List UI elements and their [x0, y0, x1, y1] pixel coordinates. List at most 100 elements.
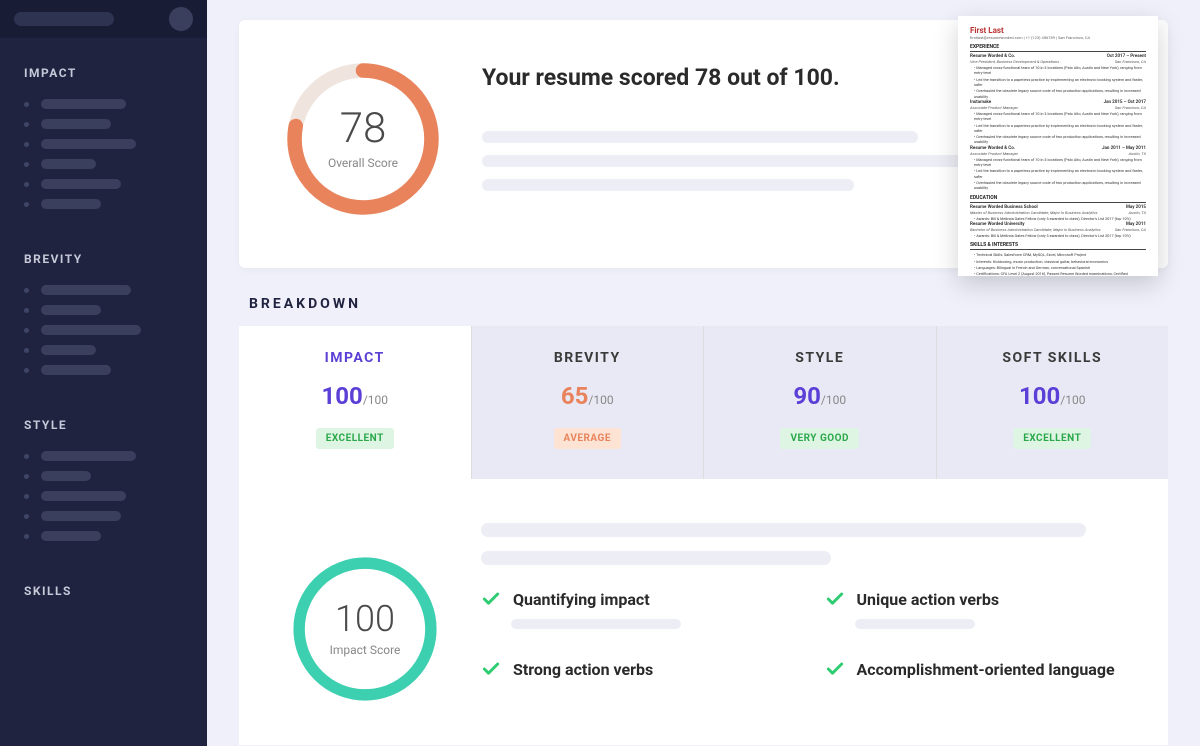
check-item: Accomplishment-oriented language	[825, 659, 1119, 679]
bullet-icon	[24, 182, 29, 187]
placeholder-line	[482, 179, 854, 191]
sidebar-section-title: BREVITY	[0, 244, 207, 274]
tab-title: SOFT SKILLS	[947, 350, 1159, 366]
sidebar-item[interactable]	[0, 466, 207, 486]
bullet-icon	[24, 102, 29, 107]
bullet-icon	[24, 474, 29, 479]
bullet-icon	[24, 534, 29, 539]
tab-title: BREVITY	[482, 350, 694, 366]
sidebar-item-placeholder	[41, 451, 136, 461]
breakdown-title: BREAKDOWN	[249, 296, 1200, 312]
sidebar-item[interactable]	[0, 94, 207, 114]
sidebar-item-placeholder	[41, 159, 96, 169]
placeholder-line	[511, 619, 681, 629]
sidebar-item[interactable]	[0, 340, 207, 360]
sidebar-item-placeholder	[41, 179, 121, 189]
sidebar-item[interactable]	[0, 134, 207, 154]
sidebar-item-placeholder	[41, 511, 121, 521]
sidebar-item-placeholder	[41, 531, 101, 541]
sidebar-item[interactable]	[0, 360, 207, 380]
main-content: 78 Overall Score Your resume scored 78 o…	[207, 0, 1200, 746]
tab-impact[interactable]: IMPACT 100/100 EXCELLENT	[239, 326, 472, 479]
checkmark-icon	[825, 659, 845, 679]
sidebar-item-placeholder	[41, 119, 111, 129]
check-item: Unique action verbs	[825, 589, 1119, 629]
bullet-icon	[24, 288, 29, 293]
bullet-icon	[24, 162, 29, 167]
sidebar-item[interactable]	[0, 280, 207, 300]
placeholder-line	[481, 523, 1086, 537]
sidebar-item-placeholder	[41, 199, 101, 209]
tab-title: IMPACT	[249, 350, 461, 366]
bullet-icon	[24, 122, 29, 127]
resume-thumbnail[interactable]: First Lastfirstlast@resumeworded.com | +…	[958, 16, 1158, 276]
sidebar-item-placeholder	[41, 471, 91, 481]
sidebar-item-placeholder	[41, 345, 96, 355]
check-label: Strong action verbs	[513, 660, 653, 679]
tab-title: STYLE	[714, 350, 926, 366]
check-item: Quantifying impact	[481, 589, 775, 629]
bullet-icon	[24, 514, 29, 519]
bullet-icon	[24, 202, 29, 207]
sidebar-item[interactable]	[0, 506, 207, 526]
checkmark-icon	[825, 589, 845, 609]
sidebar-item[interactable]	[0, 174, 207, 194]
sidebar-item[interactable]	[0, 526, 207, 546]
bullet-icon	[24, 494, 29, 499]
sidebar-item[interactable]	[0, 114, 207, 134]
sidebar-section-title: STYLE	[0, 410, 207, 440]
impact-detail-panel: 100 Impact Score Quantifying impact Uniq…	[239, 479, 1168, 745]
avatar[interactable]	[169, 7, 193, 31]
tab-score: 100/100	[249, 382, 461, 410]
status-badge: EXCELLENT	[316, 428, 394, 449]
tab-score: 100/100	[947, 382, 1159, 410]
check-label: Accomplishment-oriented language	[857, 660, 1115, 679]
bullet-icon	[24, 328, 29, 333]
sidebar-item[interactable]	[0, 300, 207, 320]
checkmark-icon	[481, 589, 501, 609]
check-label: Unique action verbs	[857, 590, 1000, 609]
sidebar-item[interactable]	[0, 154, 207, 174]
overall-score-value: 78	[340, 108, 387, 150]
tab-score: 90/100	[714, 382, 926, 410]
logo-placeholder	[14, 12, 114, 26]
placeholder-line	[855, 619, 975, 629]
sidebar-item-placeholder	[41, 139, 136, 149]
placeholder-line	[482, 131, 918, 143]
impact-score-label: Impact Score	[330, 643, 401, 657]
sidebar-header	[0, 0, 207, 38]
bullet-icon	[24, 454, 29, 459]
tab-style[interactable]: STYLE 90/100 VERY GOOD	[704, 326, 937, 479]
sidebar-item-placeholder	[41, 99, 126, 109]
bullet-icon	[24, 368, 29, 373]
checkmark-icon	[481, 659, 501, 679]
sidebar-item-placeholder	[41, 491, 126, 501]
placeholder-line	[482, 155, 982, 167]
tab-brevity[interactable]: BREVITY 65/100 AVERAGE	[472, 326, 705, 479]
check-item: Strong action verbs	[481, 659, 775, 679]
sidebar-item-placeholder	[41, 305, 101, 315]
bullet-icon	[24, 308, 29, 313]
score-card: 78 Overall Score Your resume scored 78 o…	[239, 20, 1168, 268]
sidebar-section-title: SKILLS	[0, 576, 207, 606]
placeholder-line	[481, 551, 831, 565]
bullet-icon	[24, 348, 29, 353]
impact-score-gauge: 100 Impact Score	[289, 553, 441, 705]
tab-score: 65/100	[482, 382, 694, 410]
overall-score-label: Overall Score	[328, 156, 398, 170]
sidebar: IMPACT BREVITY STYLE SKILLS	[0, 0, 207, 746]
sidebar-item[interactable]	[0, 194, 207, 214]
sidebar-section-title: IMPACT	[0, 58, 207, 88]
sidebar-item-placeholder	[41, 365, 111, 375]
sidebar-item[interactable]	[0, 486, 207, 506]
status-badge: EXCELLENT	[1013, 428, 1091, 449]
tab-soft-skills[interactable]: SOFT SKILLS 100/100 EXCELLENT	[937, 326, 1169, 479]
sidebar-item-placeholder	[41, 285, 131, 295]
status-badge: VERY GOOD	[780, 428, 859, 449]
check-label: Quantifying impact	[513, 590, 650, 609]
breakdown-tabs: IMPACT 100/100 EXCELLENT BREVITY 65/100 …	[239, 326, 1168, 479]
sidebar-item-placeholder	[41, 325, 141, 335]
sidebar-item[interactable]	[0, 446, 207, 466]
sidebar-item[interactable]	[0, 320, 207, 340]
bullet-icon	[24, 142, 29, 147]
